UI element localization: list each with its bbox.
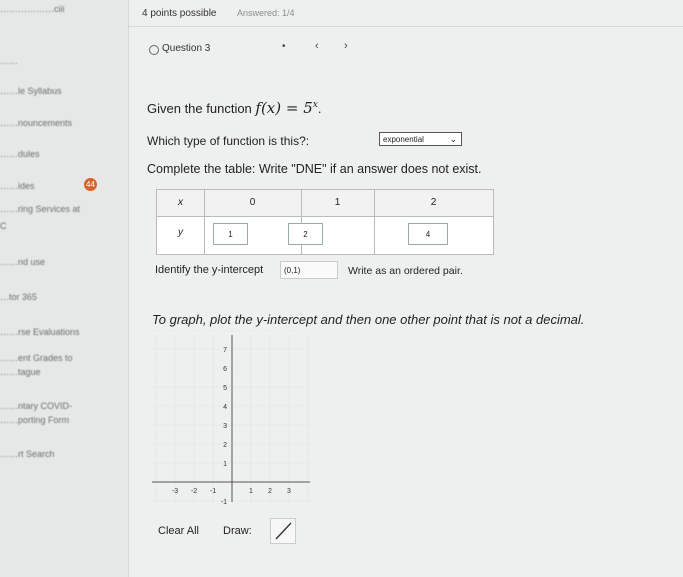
y-intercept-input[interactable]: (0,1) [280,261,338,279]
sidebar-item-grades[interactable]: ……ides [0,181,35,191]
sidebar-item-grades-to-cont[interactable]: ……tague [0,367,41,377]
given-function-text: Given the function f(x) = 5x. [147,99,321,117]
x-tick-label: 2 [268,488,272,495]
points-possible: 4 points possible [142,8,217,19]
next-question-button[interactable]: › [344,40,348,52]
clear-all-button[interactable]: Clear All [158,525,199,537]
sidebar-item-announcements[interactable]: ……nouncements [0,118,72,128]
x-tick-label: 1 [249,488,253,495]
identify-intercept-label: Identify the y-intercept [155,264,264,276]
sidebar-item-fair-use[interactable]: ……nd use [0,257,45,267]
y-at-1-input[interactable]: 2 [288,223,323,245]
ordered-pair-hint: Write as an ordered pair. [348,265,463,277]
sidebar-item-covid[interactable]: ……ntary COVID- [0,401,72,411]
sidebar-item-modules[interactable]: ……dules [0,149,40,159]
y-tick-label: 4 [223,404,227,411]
y-tick-label: 5 [223,385,227,392]
y-tick-label: 3 [223,423,227,430]
line-tool-icon[interactable] [270,518,296,544]
course-sidebar: ………………ciii …… ……le Syllabus ……nouncement… [0,0,129,577]
x-tick-labels: -3 -2 -1 1 2 3 [172,488,291,495]
function-base: f(x) = 5 [255,99,313,117]
function-type-value: exponential [383,134,424,144]
sidebar-item-search[interactable]: ……rt Search [0,449,55,459]
sidebar-item-grades-to[interactable]: ……ent Grades to [0,353,73,363]
sidebar-item-tutoring[interactable]: ……ring Services at [0,204,80,214]
question-title: Question 3 [162,43,211,54]
given-prefix: Given the function [147,101,256,116]
question-dot-icon: • [282,41,286,52]
divider [128,26,683,27]
x-tick-label: -3 [172,488,178,495]
sidebar-item-tutoring-cont[interactable]: C [0,221,7,231]
given-suffix: . [317,101,322,116]
x-tick-label: 3 [287,488,291,495]
table-header-1: 1 [334,197,341,208]
previous-question-button[interactable]: ‹ [315,40,319,52]
notification-badge: 44 [84,178,97,191]
value-table: x 0 1 2 y 1 2 4 [156,189,494,255]
y-at-0-input[interactable]: 1 [213,223,248,245]
sidebar-item-syllabus[interactable]: ……le Syllabus [0,86,62,96]
function-expression: f(x) = 5x [255,99,317,117]
graph-grid [152,330,310,502]
x-tick-label: -2 [191,488,197,495]
table-header-2: 2 [430,197,437,208]
function-type-select[interactable]: exponential ⌄ [379,132,462,146]
table-header-0: 0 [249,197,256,208]
x-tick-label: -1 [210,488,216,495]
y-tick-label: 7 [223,347,227,354]
function-type-label: Which type of function is this?: [147,134,310,148]
sidebar-item-office-365[interactable]: …tor 365 [0,292,37,302]
complete-table-instruction: Complete the table: Write "DNE" if an an… [147,162,482,176]
y-tick-label: -1 [221,499,227,506]
graph-canvas[interactable]: 7 6 5 4 3 2 1 -1 -3 -2 -1 1 2 3 [152,330,312,510]
sidebar-item-1[interactable]: …… [0,56,18,66]
y-tick-label: 1 [223,461,227,468]
sidebar-item-0[interactable]: ………………ciii [0,4,65,14]
draw-label: Draw: [223,525,252,537]
page: ………………ciii …… ……le Syllabus ……nouncement… [0,0,683,577]
y-tick-label: 6 [223,366,227,373]
table-row-label-y: y [178,227,183,238]
sidebar-item-covid-cont[interactable]: ……porting Form [0,415,69,425]
chevron-down-icon: ⌄ [449,134,457,144]
graph-instruction: To graph, plot the y-intercept and then … [152,312,585,327]
y-tick-label: 2 [223,442,227,449]
answered-count: Answered: 1/4 [237,8,295,18]
question-status-icon [149,45,159,55]
sidebar-item-course-evaluations[interactable]: ……rse Evaluations [0,327,80,337]
table-header-x: x [178,197,183,208]
y-at-2-input[interactable]: 4 [408,223,448,245]
